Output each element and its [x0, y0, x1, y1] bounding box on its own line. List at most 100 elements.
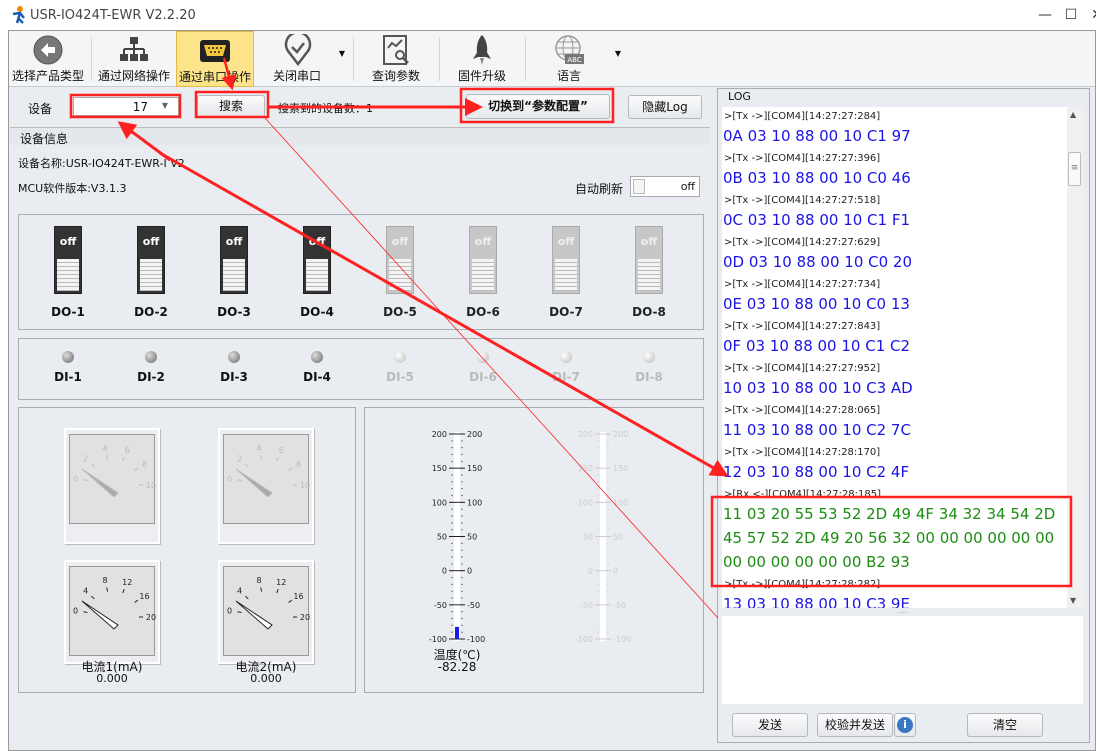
gauge-tick: [288, 599, 293, 603]
auto-refresh-toggle[interactable]: off: [630, 176, 700, 197]
log-scrollbar[interactable]: ▲ ≡ ▼: [1067, 107, 1083, 608]
thermometer-tick-label: -100: [613, 635, 631, 644]
gauge-tick: [91, 595, 95, 600]
log-splitter[interactable]: ....: [722, 607, 1083, 616]
gauge-tick-label: 0: [73, 474, 78, 483]
log-entry-header: >[Tx ->][COM4][14:27:27:284]: [724, 111, 881, 122]
thermometer-tick-label: 100: [467, 498, 482, 507]
back-arrow-icon: [33, 35, 63, 65]
gauge-tick-label: 20: [146, 613, 156, 622]
gauge-tick-label: 4: [257, 444, 262, 453]
do-switch-1[interactable]: off: [54, 226, 82, 294]
firmware-upgrade-button[interactable]: 固件升级: [445, 31, 519, 87]
do-switch-2[interactable]: off: [137, 226, 165, 294]
maximize-button[interactable]: ☐: [1058, 4, 1084, 26]
thermometer-tick-label: -100: [467, 635, 485, 644]
do-label: DO-6: [466, 305, 500, 319]
toolbar: 选择产品类型 通过网络操作 通过串口操作 关闭串口 ▼ 查询参数 固件升级 AB…: [9, 31, 1095, 87]
clear-button[interactable]: 清空: [967, 713, 1043, 737]
do-label: DO-7: [549, 305, 583, 319]
log-entry: >[Tx ->][COM4][14:27:27:284] 0A 03 10 88 …: [722, 112, 1067, 149]
log-entry: >[Tx ->][COM4][14:27:27:396] 0B 03 10 88 …: [722, 154, 1067, 191]
thermometer-tick-label: 100: [578, 498, 593, 507]
thermometer-tick-label: -50: [613, 601, 626, 610]
current-gauges-group: 0 2 4 6 8 10 0 2 4 6 8 10 0 4 8 12 16 20 电流1(mA) 0.000 0 4 8 12…: [18, 407, 356, 693]
log-entry-data: 0A 03 10 88 00 10 C1 97: [723, 127, 911, 145]
select-product-type-button[interactable]: 选择产品类型: [9, 31, 87, 87]
current-gauge: 0 4 8 12 16 20 电流1(mA) 0.000: [64, 560, 160, 685]
log-entry-data: 11 03 10 88 00 10 C2 7C: [723, 421, 911, 439]
minimize-button[interactable]: —: [1032, 4, 1058, 26]
gauge-tick-label: 16: [293, 592, 303, 601]
thermometer-tick-label: 200: [432, 430, 447, 439]
device-select[interactable]: 17 ▼: [73, 97, 179, 116]
switch-to-config-button[interactable]: 切换到“参数配置”: [466, 94, 610, 119]
thermometer-tick-label: 0: [613, 567, 618, 576]
log-entry: >[Tx ->][COM4][14:27:27:629] 0D 03 10 88 …: [722, 238, 1067, 275]
thermometer-tick-label: 100: [613, 498, 628, 507]
do-switch-7[interactable]: off: [552, 226, 580, 294]
log-entry-data: 00 00 00 00 00 00 B2 93: [723, 553, 910, 571]
serial-operation-button[interactable]: 通过串口操作: [176, 31, 254, 87]
scrollbar-thumb[interactable]: ≡: [1068, 152, 1081, 186]
close-serial-button[interactable]: 关闭串口 ▼: [259, 31, 349, 87]
thermometer-tick-label: 0: [588, 567, 593, 576]
log-entry-header: >[Tx ->][COM4][14:27:27:629]: [724, 237, 881, 248]
thermometer-tick-label: 150: [432, 464, 447, 473]
log-entry-header: >[Tx ->][COM4][14:27:28:170]: [724, 447, 881, 458]
gauge-tick: [237, 611, 242, 613]
do-switch-3[interactable]: off: [220, 226, 248, 294]
do-label: DO-2: [134, 305, 168, 319]
chevron-down-icon[interactable]: ▼: [339, 49, 345, 58]
log-output[interactable]: >[Tx ->][COM4][14:27:27:284] 0A 03 10 88 …: [722, 107, 1067, 608]
do-switch-5[interactable]: off: [386, 226, 414, 294]
do-switch-4[interactable]: off: [303, 226, 331, 294]
thermometer-tick-label: 200: [613, 430, 628, 439]
di-indicator-1: [62, 351, 74, 363]
thermometer-tick-label: 0: [467, 567, 472, 576]
close-button[interactable]: ✕: [1084, 4, 1096, 26]
gauge-tick-label: 4: [237, 587, 242, 596]
gauge-tick: [276, 456, 279, 462]
log-entry-header: >[Tx ->][COM4][14:27:27:518]: [724, 195, 881, 206]
disabled-gauge: 0 2 4 6 8 10: [64, 428, 160, 544]
do-switch-6[interactable]: off: [469, 226, 497, 294]
chevron-down-icon[interactable]: ▼: [615, 49, 621, 58]
language-button[interactable]: ABC 语言 ▼: [531, 31, 627, 87]
gauge-tick: [106, 455, 109, 460]
network-operation-button[interactable]: 通过网络操作: [95, 31, 173, 87]
do-switch-8[interactable]: off: [635, 226, 663, 294]
di-indicator-2: [145, 351, 157, 363]
gauge-tick-label: 0: [227, 606, 232, 615]
search-button[interactable]: 搜索: [197, 95, 265, 117]
scroll-up-icon[interactable]: ▲: [1070, 110, 1076, 119]
gauge-tick: [276, 588, 279, 594]
thermometer-tick-label: 150: [578, 464, 593, 473]
log-entry: >[Tx ->][COM4][14:27:27:518] 0C 03 10 88 …: [722, 196, 1067, 233]
gauge-tick-label: 12: [276, 578, 286, 587]
di-indicator-4: [311, 351, 323, 363]
query-params-button[interactable]: 查询参数: [359, 31, 433, 87]
thermometer-tick-label: 0: [442, 567, 447, 576]
send-button[interactable]: 发送: [732, 713, 808, 737]
log-entry-header: >[Tx ->][COM4][14:27:27:952]: [724, 363, 881, 374]
di-label: DI-7: [552, 370, 580, 384]
info-icon: i: [897, 717, 913, 733]
info-button[interactable]: i: [894, 713, 916, 737]
thermometer-tick-label: -50: [580, 601, 593, 610]
verify-send-button[interactable]: 校验并发送: [817, 713, 893, 737]
send-input[interactable]: [722, 616, 1083, 704]
gauge-tick-label: 16: [139, 592, 149, 601]
log-entry-data: 11 03 20 55 53 52 2D 49 4F 34 32 34 54 2…: [723, 505, 1056, 523]
gauge-dial: 0 2 4 6 8 10: [223, 434, 310, 524]
thermometer-tick-label: 50: [583, 533, 593, 542]
scroll-down-icon[interactable]: ▼: [1070, 596, 1076, 605]
thermometer-level: [455, 626, 459, 639]
log-entry-data: 0F 03 10 88 00 10 C1 C2: [723, 337, 911, 355]
hide-log-button[interactable]: 隐藏Log: [628, 95, 702, 119]
thermometer-tick-label: 200: [467, 430, 482, 439]
globe-abc-icon: ABC: [555, 35, 584, 64]
gauge-tick-label: 4: [83, 587, 88, 596]
gauge-tick: [91, 463, 95, 468]
di-label: DI-6: [469, 370, 497, 384]
